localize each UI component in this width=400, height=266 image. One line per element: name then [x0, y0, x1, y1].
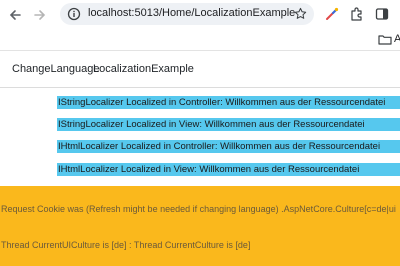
localized-line: IHtmlLocalizer Localized in View: Willko…: [57, 163, 400, 176]
cookie-info-text: Request Cookie was (Refresh might be nee…: [1, 204, 396, 214]
culture-info-panel: Request Cookie was (Refresh might be nee…: [0, 186, 400, 266]
nav-link-change-language[interactable]: ChangeLanguage: [12, 63, 99, 75]
address-bar[interactable]: localhost:5013/Home/LocalizationExample: [60, 3, 314, 25]
localized-line: IStringLocalizer Localized in Controller…: [57, 96, 400, 109]
bookmarks-bar: Al: [0, 30, 400, 51]
back-button[interactable]: [6, 6, 24, 24]
url-text[interactable]: localhost:5013/Home/LocalizationExample: [88, 7, 295, 19]
side-panel-icon[interactable]: [374, 6, 390, 22]
localized-line: IHtmlLocalizer Localized in Controller: …: [57, 140, 400, 153]
culture-info-text: Thread CurrentUICulture is [de] : Thread…: [1, 240, 251, 250]
localized-line: IStringLocalizer Localized in View: Will…: [57, 118, 400, 131]
forward-arrow-icon: [34, 10, 46, 20]
bookmark-star-icon[interactable]: [294, 7, 307, 20]
color-picker-extension-icon[interactable]: [324, 6, 340, 22]
forward-button[interactable]: [31, 6, 49, 24]
app-navbar: ChangeLanguage LocalizationExample: [0, 51, 400, 88]
folder-icon[interactable]: [378, 34, 392, 45]
site-info-icon[interactable]: [67, 7, 81, 21]
extensions-puzzle-icon[interactable]: [349, 6, 365, 22]
bookmark-folder-label[interactable]: Al: [394, 33, 400, 45]
browser-toolbar: localhost:5013/Home/LocalizationExample: [0, 0, 400, 30]
back-arrow-icon: [9, 10, 21, 20]
nav-link-localization-example[interactable]: LocalizationExample: [93, 63, 194, 75]
